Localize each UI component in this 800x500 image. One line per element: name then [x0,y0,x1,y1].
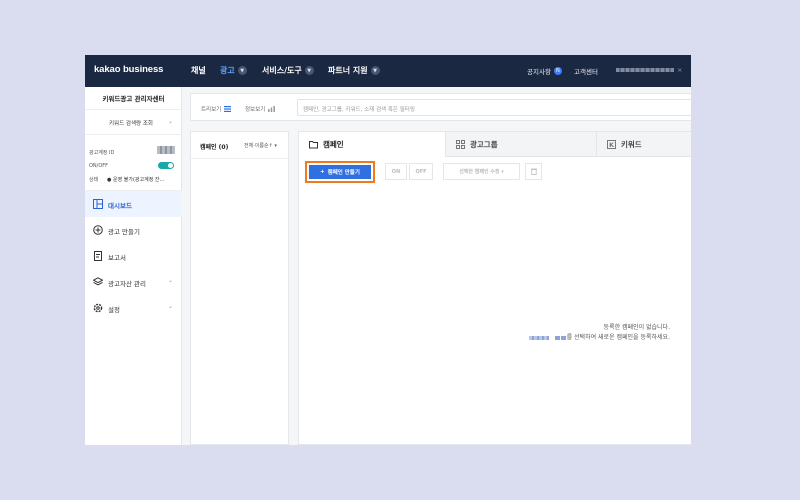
account-onoff-toggle[interactable] [158,162,174,169]
keyword-volume-lookup[interactable]: 키워드 검색량 조회 ⌄ [85,109,182,135]
sidebar-item-ad-assets[interactable]: 광고자산 관리 ⌄ [85,269,182,295]
grid-icon [456,139,465,149]
chevron-down-icon: ▼ [370,66,380,75]
main-panel: 캠페인 광고그룹 K 키워드 + 캠페인 만들기 ON OFF 선택한 캠페인 … [298,131,691,445]
trash-icon [530,168,537,175]
tab-keyword[interactable]: K 키워드 [596,132,691,157]
nav-ads[interactable]: 광고 ▼ [220,65,247,76]
chevron-down-icon: ⌄ [168,303,174,310]
status-value: ● 운영 불가(광고계정 잔... [107,177,165,183]
gear-icon [93,303,103,313]
chevron-down-icon: ▼ [237,66,247,75]
list-icon [224,106,232,112]
search-input[interactable]: 캠페인, 광고그룹, 키워드, 소재 검색 혹은 필터링 [297,99,691,116]
new-badge: N [553,67,562,75]
empty-state-line2: 를 선택하여 새로운 캠페인을 등록하세요. [299,333,670,343]
caret-down-icon: ▾ [274,143,277,149]
campaign-count-title: 캠페인 (0) [200,144,229,151]
nav-notice[interactable]: 공지사항 N [527,66,562,76]
delete-button[interactable] [525,163,542,180]
on-button[interactable]: ON [385,163,407,180]
svg-text:K: K [609,141,615,149]
campaign-list-header: 캠페인 (0) 전체·이름순↑ ▾ [191,132,288,159]
close-icon[interactable]: × [677,66,682,74]
nav-channel[interactable]: 채널 [191,65,206,76]
nav-support[interactable]: 고객센터 [574,66,598,76]
create-campaign-button[interactable]: + 캠페인 만들기 [309,165,371,179]
tab-campaign[interactable]: 캠페인 [299,132,445,157]
report-icon [94,251,102,261]
nav-services-tools[interactable]: 서비스/도구 ▼ [262,65,314,76]
edit-selected-campaign-button[interactable]: 선택한 캠페인 수정 ▾ [443,163,520,180]
campaign-sort-filter[interactable]: 전체·이름순↑ ▾ [244,142,277,149]
chevron-down-icon: ⌄ [168,118,174,125]
sidebar-item-report[interactable]: 보고서 [85,243,182,269]
sidebar-title: 키워드광고 관리자센터 [102,95,165,103]
sidebar-item-settings[interactable]: 설정 ⌄ [85,295,182,321]
account-id-redacted [157,146,175,154]
empty-state-line1: 등록한 캠페인이 없습니다. [603,324,670,331]
dashboard-icon [93,199,103,209]
redacted-text [560,335,566,340]
sidebar-item-create-ad[interactable]: 광고 만들기 [85,217,182,243]
nav-user-account[interactable]: × [616,66,682,74]
user-name-redacted [616,68,674,72]
plus-icon: + [320,169,325,175]
info-view-toggle[interactable]: 정보보기 [245,105,276,113]
redacted-text [528,335,549,340]
search-bar-row: 트리보기 정보보기 캠페인, 광고그룹, 키워드, 소재 검색 혹은 필터링 [190,93,691,121]
nav-partner-support[interactable]: 파트너 지원 ▼ [328,65,380,76]
app-window: kakao business 채널 광고 ▼ 서비스/도구 ▼ 파트너 지원 ▼… [85,55,691,445]
create-campaign-highlight: + 캠페인 만들기 [305,161,375,183]
status-label: 상태 [89,177,99,183]
keyword-k-icon: K [607,139,616,149]
layers-icon [93,277,103,286]
folder-icon [309,141,318,149]
campaign-toolbar: + 캠페인 만들기 ON OFF 선택한 캠페인 수정 ▾ [299,157,691,185]
plus-circle-icon [93,225,103,235]
sidebar-item-dashboard[interactable]: 대시보드 [85,191,182,217]
account-id-label: 광고계정 ID [89,150,115,156]
campaign-list-panel: 캠페인 (0) 전체·이름순↑ ▾ [190,131,289,445]
onoff-label: ON/OFF [89,163,109,169]
redacted-text [554,335,560,340]
chevron-down-icon: ▼ [304,66,314,75]
chevron-down-icon: ⌄ [168,277,174,284]
bar-chart-icon [268,106,276,112]
off-button[interactable]: OFF [409,163,433,180]
brand-logo[interactable]: kakao business [94,64,163,75]
tree-view-toggle[interactable]: 트리보기 [201,105,232,113]
sidebar: 키워드광고 관리자센터 키워드 검색량 조회 ⌄ 광고계정 ID ON/OFF … [85,87,182,445]
empty-state-message: 등록한 캠페인이 없습니다. 를 선택하여 새로운 캠페인을 등록하세요. [299,323,670,343]
top-navigation: kakao business 채널 광고 ▼ 서비스/도구 ▼ 파트너 지원 ▼… [85,55,691,87]
ad-account-info: 광고계정 ID ON/OFF 상태 ● 운영 불가(광고계정 잔... [85,139,182,191]
tab-ad-group[interactable]: 광고그룹 [445,132,596,157]
